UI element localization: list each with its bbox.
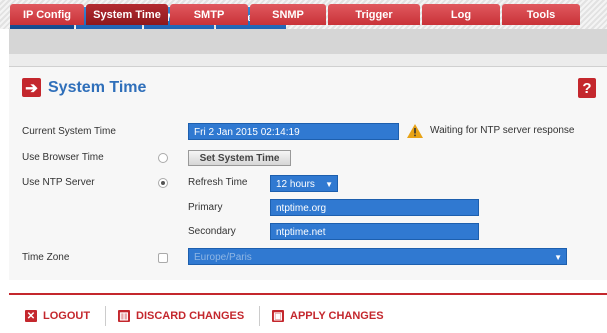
subtab-ip-config[interactable]: IP Config [10,4,84,25]
subtab-smtp[interactable]: SMTP [170,4,248,25]
help-icon[interactable]: ? [578,78,596,98]
current-time-label: Current System Time [22,126,116,137]
footer-divider [9,293,607,295]
browser-time-radio[interactable] [158,153,168,163]
refresh-time-label: Refresh Time [188,177,248,188]
warning-icon [407,124,423,138]
trash-icon: ▥ [118,310,130,322]
refresh-time-select[interactable]: 12 hours ▼ [270,175,338,192]
apply-label: APPLY CHANGES [290,310,384,322]
apply-changes-button[interactable]: ▣ APPLY CHANGES [272,308,384,324]
logout-button[interactable]: ✕ LOGOUT [25,308,90,324]
ntp-server-radio[interactable] [158,178,168,188]
footer-separator [259,306,260,326]
primary-label: Primary [188,202,223,213]
primary-ntp-input[interactable]: ntptime.org [270,199,479,216]
secondary-label: Secondary [188,226,236,237]
time-zone-checkbox[interactable] [158,253,168,263]
logout-label: LOGOUT [43,310,91,322]
secondary-ntp-input[interactable]: ntptime.net [270,223,479,240]
subtab-trigger[interactable]: Trigger [328,4,420,25]
footer-separator [105,306,106,326]
time-zone-select[interactable]: Europe/Paris ▼ [188,248,567,265]
close-icon: ✕ [25,310,37,322]
subtab-tools[interactable]: Tools [502,4,580,25]
footer [9,280,607,333]
time-zone-label: Time Zone [22,252,70,263]
refresh-time-value: 12 hours [276,179,315,190]
set-system-time-button[interactable]: Set System Time [188,150,291,166]
page-title: System Time [48,79,147,96]
ntp-status-text: Waiting for NTP server response [430,125,575,136]
chevron-down-icon: ▼ [554,253,562,262]
subtab-system-time[interactable]: System Time [86,4,168,25]
current-time-field: Fri 2 Jan 2015 02:14:19 [188,123,399,140]
arrow-right-icon: ➔ [22,78,41,97]
chevron-down-icon: ▼ [325,180,333,189]
sub-tab-bar [9,29,607,54]
discard-changes-button[interactable]: ▥ DISCARD CHANGES [118,308,244,324]
subtab-snmp[interactable]: SNMP [250,4,326,25]
ntp-server-label: Use NTP Server [22,177,95,188]
discard-label: DISCARD CHANGES [136,310,245,322]
time-zone-value: Europe/Paris [194,252,252,263]
subtab-log[interactable]: Log [422,4,500,25]
browser-time-label: Use Browser Time [22,152,104,163]
save-icon: ▣ [272,310,284,322]
